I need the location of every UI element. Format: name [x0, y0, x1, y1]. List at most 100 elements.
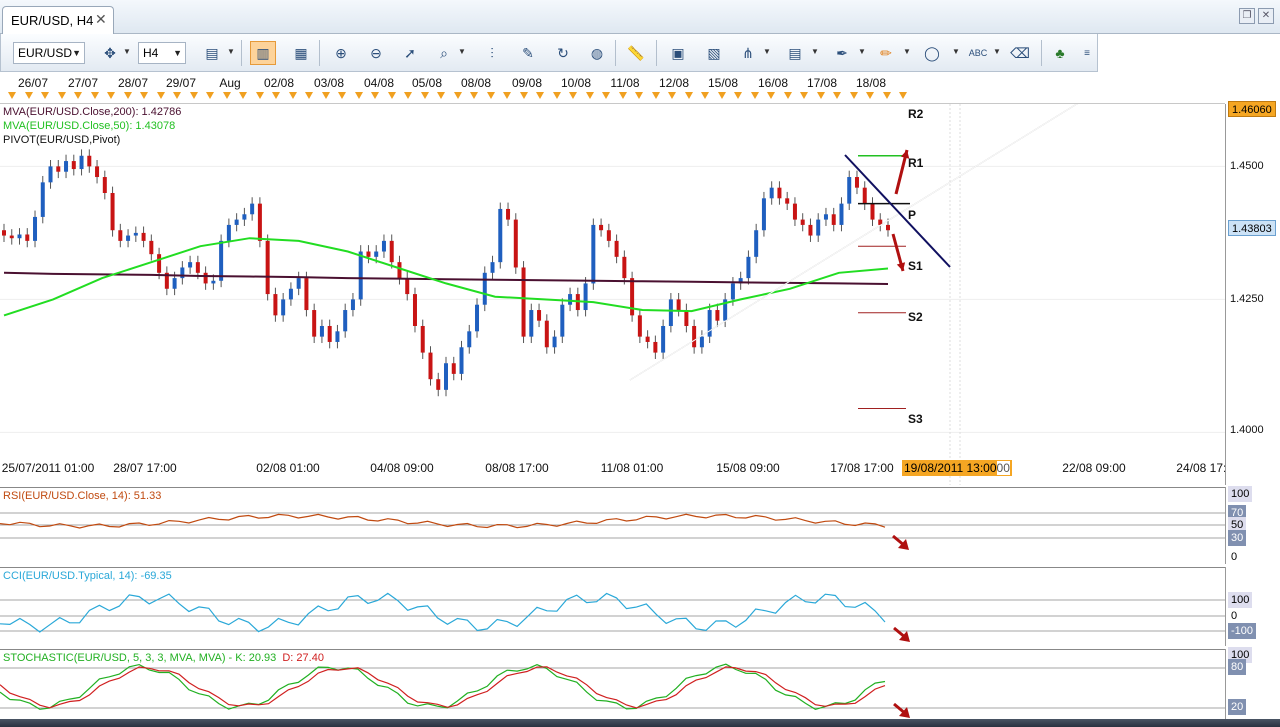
tree-icon[interactable]: ♣ — [1047, 41, 1073, 65]
brush-icon[interactable]: ✏ — [873, 41, 899, 65]
candle-body — [126, 235, 131, 241]
fork-icon[interactable]: ⋔ — [735, 41, 761, 65]
price-axis[interactable]: 1.46060 1.4500 1.43803 1.4250 1.4000 — [1225, 101, 1280, 485]
candle-body — [599, 224, 604, 231]
date-label: 16/08 — [757, 76, 789, 90]
stochastic-legend-d: D: 27.40 — [282, 652, 324, 664]
candle-body — [475, 304, 480, 332]
stochastic-panel[interactable]: STOCHASTIC(EUR/USD, 5, 3, 3, MVA, MVA) -… — [0, 649, 1225, 719]
close-icon[interactable]: ✕ — [95, 11, 107, 28]
pointer-icon[interactable]: ➚ — [397, 41, 423, 65]
chevron-down-icon[interactable]: ▼ — [858, 47, 866, 56]
session-marker — [355, 92, 363, 99]
candle-body — [102, 177, 107, 193]
timeframe-select-value: H4 — [143, 46, 159, 60]
close-window-icon[interactable]: ✕ — [1258, 8, 1274, 24]
vertical-line-icon[interactable]: ⫶ — [479, 41, 505, 65]
chevron-down-icon[interactable]: ▼ — [458, 47, 466, 56]
eraser-icon[interactable]: ⌫ — [1007, 41, 1033, 65]
date-label: 05/08 — [411, 76, 443, 90]
session-marker — [91, 92, 99, 99]
candle-body — [265, 240, 270, 295]
candle-body — [661, 325, 666, 353]
candle-body — [684, 310, 689, 326]
candle-body — [676, 299, 681, 311]
level-s1: S1 — [908, 259, 923, 273]
time-axis-label: 04/08 09:00 — [370, 461, 434, 475]
candle-body — [583, 283, 588, 311]
chevron-down-icon[interactable]: ▼ — [993, 47, 1001, 56]
timeframe-select[interactable]: H4 ▼ — [138, 42, 186, 64]
zoom-out-icon[interactable]: ⊖ — [363, 41, 389, 65]
date-label: 18/08 — [855, 76, 887, 90]
time-axis-label: 02/08 01:00 — [256, 461, 320, 475]
candle-body — [335, 331, 340, 342]
chevron-down-icon[interactable]: ▼ — [952, 47, 960, 56]
rotate-icon[interactable]: ↻ — [550, 41, 576, 65]
session-marker — [652, 92, 660, 99]
candle-body — [242, 214, 247, 220]
candle-body — [606, 230, 611, 241]
chart-window-icon[interactable]: ▧ — [701, 41, 727, 65]
chevron-down-icon[interactable]: ▼ — [763, 47, 771, 56]
rsi-legend: RSI(EUR/USD.Close, 14): 51.33 — [3, 490, 162, 502]
more-icon[interactable]: ≡ — [1079, 41, 1095, 65]
session-marker — [784, 92, 792, 99]
cci-panel[interactable]: CCI(EUR/USD.Typical, 14): -69.35 — [0, 567, 1225, 646]
candlestick-icon[interactable]: ▥ — [250, 41, 276, 65]
text-icon[interactable]: ABC — [965, 41, 991, 65]
session-marker — [734, 92, 742, 99]
session-marker — [404, 92, 412, 99]
line-chart-icon[interactable]: ▦ — [288, 41, 314, 65]
time-axis-label: 08/08 17:00 — [485, 461, 549, 475]
candle-body — [754, 230, 759, 257]
zoom-in-icon[interactable]: ⊕ — [328, 41, 354, 65]
pen-icon[interactable]: ✒ — [829, 41, 855, 65]
candle-body — [350, 299, 355, 311]
candle-body — [366, 251, 371, 257]
ruler-icon[interactable]: 📏 — [623, 41, 649, 65]
price-chart[interactable]: MVA(EUR/USD.Close,200): 1.42786 MVA(EUR/… — [0, 104, 1225, 485]
chevron-down-icon[interactable]: ▼ — [123, 47, 131, 56]
rsi-panel[interactable]: RSI(EUR/USD.Close, 14): 51.33 — [0, 487, 1225, 564]
chevron-down-icon[interactable]: ▼ — [903, 47, 911, 56]
date-label: 02/08 — [263, 76, 295, 90]
globe-icon[interactable]: ◍ — [584, 41, 610, 65]
time-axis-label: 22/08 09:00 — [1062, 461, 1126, 475]
session-marker — [487, 92, 495, 99]
candle-body — [149, 240, 154, 255]
indicator-icon[interactable]: ▤ — [782, 41, 808, 65]
candle-body — [40, 182, 45, 217]
ellipse-icon[interactable]: ◯ — [919, 41, 945, 65]
candle-body — [296, 278, 301, 289]
candle-body — [110, 192, 115, 231]
chart-tab-title: EUR/USD, H4 — [11, 13, 94, 28]
restore-icon[interactable]: ❐ — [1239, 8, 1255, 24]
candle-body — [203, 272, 208, 284]
candle-body — [118, 230, 123, 241]
chevron-down-icon[interactable]: ▼ — [227, 47, 235, 56]
session-marker — [866, 92, 874, 99]
symbol-select[interactable]: EUR/USD ▼ — [13, 42, 85, 64]
candle-body — [71, 161, 76, 170]
session-marker — [305, 92, 313, 99]
chevron-down-icon[interactable]: ▼ — [811, 47, 819, 56]
candle-body — [823, 214, 828, 220]
sma200-line — [3, 271, 889, 285]
candle-body — [467, 331, 472, 348]
candle-body — [281, 299, 286, 316]
session-marker — [718, 92, 726, 99]
picture-icon[interactable]: ▣ — [665, 41, 691, 65]
bar-chart-icon[interactable]: ▤ — [199, 41, 225, 65]
cursor-time-value: 19/08/2011 13:00 — [904, 461, 997, 475]
session-marker — [751, 92, 759, 99]
date-label: 15/08 — [707, 76, 739, 90]
chart-tab[interactable]: EUR/USD, H4 ✕ — [2, 6, 114, 34]
edit-icon[interactable]: ✎ — [515, 41, 541, 65]
candle-body — [482, 272, 487, 305]
session-marker — [173, 92, 181, 99]
cursor-crosshair-icon[interactable]: ✥ — [97, 41, 123, 65]
time-axis-label: 17/08 17:00 — [830, 461, 894, 475]
session-marker — [685, 92, 693, 99]
magnifier-icon[interactable]: ⌕ — [431, 41, 457, 65]
